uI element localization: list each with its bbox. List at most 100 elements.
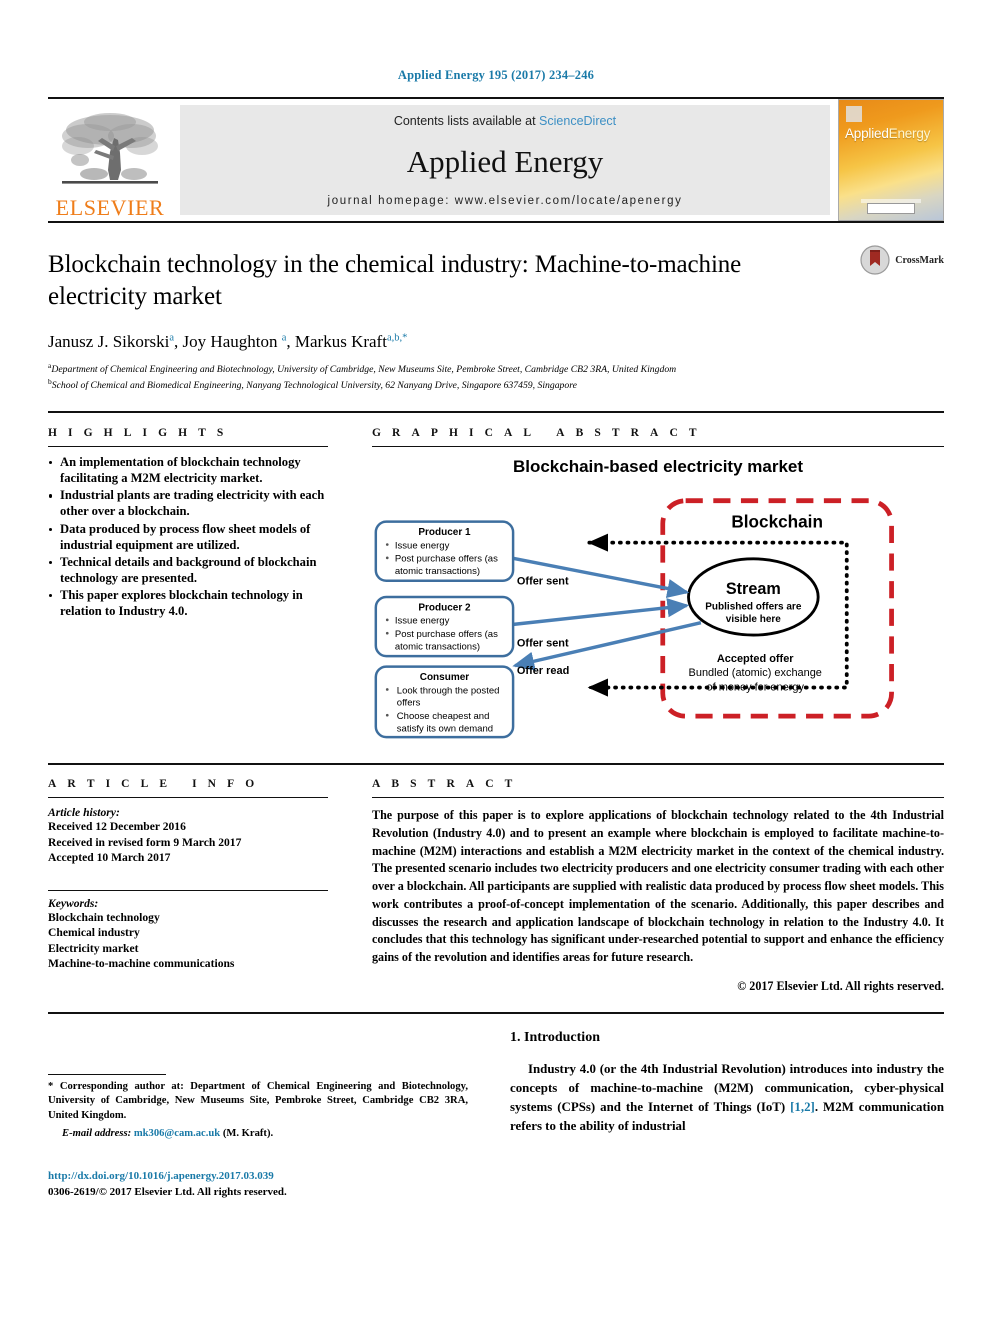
elsevier-wordmark: ELSEVIER	[55, 195, 165, 220]
bullet-dot	[385, 543, 389, 546]
introduction-column: 1. Introduction Industry 4.0 (or the 4th…	[510, 1030, 944, 1200]
corresponding-author-mark: *	[402, 331, 408, 343]
graphical-abstract-column: G R A P H I C A L A B S T R A C T Blockc…	[372, 427, 944, 751]
author-sep-1: ,	[174, 331, 183, 351]
edge-label-offer-sent-2: Offer sent	[517, 638, 569, 650]
producer-1-title: Producer 1	[418, 527, 471, 538]
highlights-column: H I G H L I G H T S An implementation of…	[48, 427, 328, 751]
title-block: Blockchain technology in the chemical in…	[48, 221, 944, 393]
abstract-text: The purpose of this paper is to explore …	[372, 808, 944, 965]
footnote-column: * Corresponding author at: Department of…	[48, 1030, 468, 1200]
sciencedirect-link[interactable]: ScienceDirect	[539, 114, 616, 128]
blockchain-market-diagram: Blockchain Stream Published offers are v…	[374, 498, 894, 739]
footnote-text: Corresponding author at: Department of C…	[48, 1080, 468, 1121]
list-item: This paper explores blockchain technolog…	[48, 587, 328, 619]
bullet-dot	[385, 688, 389, 691]
bullet-dot	[385, 556, 389, 560]
stream-node: Stream Published offers are visible here	[687, 557, 820, 637]
graphical-abstract-heading: G R A P H I C A L A B S T R A C T	[372, 427, 701, 440]
keywords-label: Keywords:	[48, 896, 99, 910]
article-info-rule	[48, 797, 328, 799]
edge-label-offer-sent-1: Offer sent	[517, 576, 569, 588]
graphical-abstract-figure-wrap: Blockchain-based electricity market Bloc…	[372, 457, 944, 751]
contents-prefix: Contents lists available at	[393, 114, 540, 128]
article-history: Article history: Received 12 December 20…	[48, 806, 328, 866]
cover-title: AppliedEnergy	[845, 126, 930, 141]
producer-1-bullet-2-line2: atomic transactions)	[395, 566, 480, 577]
history-accepted: Accepted 10 March 2017	[48, 851, 171, 865]
email-note: E-mail address: mk306@cam.ac.uk (M. Kraf…	[48, 1127, 468, 1142]
journal-homepage[interactable]: journal homepage: www.elsevier.com/locat…	[328, 195, 683, 207]
affiliation-2: bSchool of Chemical and Biomedical Engin…	[48, 377, 944, 393]
keyword-item: Blockchain technology	[48, 910, 160, 924]
author-1: Janusz J. Sikorski	[48, 331, 170, 351]
keywords-block: Keywords: Blockchain technology Chemical…	[48, 897, 328, 972]
email-suffix: (M. Kraft).	[222, 1128, 274, 1140]
footnote-star: *	[48, 1080, 54, 1092]
producer-2-bullet-2-line1: Post purchase offers (as	[395, 629, 498, 640]
crossmark-badge[interactable]: CrossMark	[860, 245, 944, 275]
stream-subtitle-line2: visible here	[726, 614, 781, 625]
footnote-wrap: * Corresponding author at: Department of…	[48, 1073, 468, 1142]
keyword-item: Chemical industry	[48, 926, 140, 940]
articleinfo-abstract-row: A R T I C L E I N F O Article history: R…	[48, 763, 944, 994]
journal-masthead: ELSEVIER Contents lists available at Sci…	[48, 97, 944, 221]
footnote-rule	[48, 1073, 166, 1075]
crossmark-icon	[860, 245, 890, 275]
consumer-bullet-2-line1: Choose cheapest and	[397, 711, 490, 722]
cover-footer-box	[867, 203, 915, 214]
producer-2-box: Producer 2 Issue energy Post purchase of…	[374, 595, 515, 658]
page-title: Blockchain technology in the chemical in…	[48, 251, 742, 310]
author-3: Markus Kraft	[294, 331, 387, 351]
accepted-offer-line2: of money for energy	[707, 682, 805, 694]
elsevier-logo: ELSEVIER	[48, 99, 172, 221]
list-item: An implementation of blockchain technolo…	[48, 454, 328, 486]
doi-link[interactable]: http://dx.doi.org/10.1016/j.apenergy.201…	[48, 1169, 287, 1184]
email-label: E-mail address:	[62, 1128, 132, 1140]
article-history-label: Article history:	[48, 806, 120, 820]
list-item: Data produced by process flow sheet mode…	[48, 521, 328, 553]
journal-cover-thumbnail: AppliedEnergy	[838, 99, 944, 221]
citation-link[interactable]: [1,2]	[790, 1100, 815, 1114]
affiliation-2-text: School of Chemical and Biomedical Engine…	[51, 380, 577, 392]
consumer-bullet-2-line2: satisfy its own demand	[397, 723, 493, 734]
introduction-heading: 1. Introduction	[510, 1030, 600, 1046]
producer-1-bullet-1: Issue energy	[395, 540, 450, 551]
consumer-bullet-1-line2: offers	[397, 698, 421, 709]
email-link[interactable]: mk306@cam.ac.uk	[134, 1128, 220, 1139]
doi-block: http://dx.doi.org/10.1016/j.apenergy.201…	[48, 1169, 287, 1200]
author-sep-2: ,	[286, 331, 295, 351]
figure-title: Blockchain-based electricity market	[512, 457, 804, 477]
highlights-list: An implementation of blockchain technolo…	[48, 454, 328, 619]
abstract-copyright: © 2017 Elsevier Ltd. All rights reserved…	[737, 979, 944, 994]
abstract-column: A B S T R A C T The purpose of this pape…	[372, 778, 944, 994]
elsevier-tree-icon	[62, 113, 158, 184]
producer-2-title: Producer 2	[418, 602, 471, 613]
graphical-abstract-rule	[372, 446, 944, 448]
producer-2-bullet-2-line2: atomic transactions)	[395, 642, 480, 653]
offer-sent-arrow-2	[511, 598, 690, 627]
highlights-heading: H I G H L I G H T S	[48, 427, 228, 440]
paper-page: Applied Energy 195 (2017) 234–246 ELSEVI…	[0, 0, 992, 1323]
journal-name: Applied Energy	[406, 144, 604, 179]
footer-row: * Corresponding author at: Department of…	[48, 1030, 944, 1200]
keyword-item: Machine-to-machine communications	[48, 957, 235, 971]
accepted-offer-note: Accepted offer Bundled (atomic) exchange…	[689, 653, 822, 694]
producer-1-bullet-2-line1: Post purchase offers (as	[395, 554, 498, 565]
list-item: Technical details and background of bloc…	[48, 554, 328, 586]
cover-title-applied: Applied	[845, 126, 889, 141]
bullet-dot	[385, 713, 389, 717]
keyword-item: Electricity market	[48, 941, 139, 955]
history-revised: Received in revised form 9 March 2017	[48, 835, 242, 849]
abstract-heading: A B S T R A C T	[372, 778, 517, 791]
author-list: Janusz J. Sikorskia, Joy Haughton a, Mar…	[48, 332, 944, 352]
running-head: Applied Energy 195 (2017) 234–246	[397, 68, 595, 82]
cover-elsevier-icon	[846, 106, 862, 122]
highlights-rule	[48, 446, 328, 448]
stream-subtitle-line1: Published offers are	[705, 601, 802, 612]
issn-copyright-line: 0306-2619/© 2017 Elsevier Ltd. All right…	[48, 1185, 287, 1198]
affiliation-1-text: Department of Chemical Engineering and B…	[51, 363, 677, 375]
graphical-abstract-figure: Blockchain Stream Published offers are v…	[372, 483, 944, 751]
abstract-rule	[372, 797, 944, 799]
cover-title-energy: Energy	[888, 126, 931, 141]
